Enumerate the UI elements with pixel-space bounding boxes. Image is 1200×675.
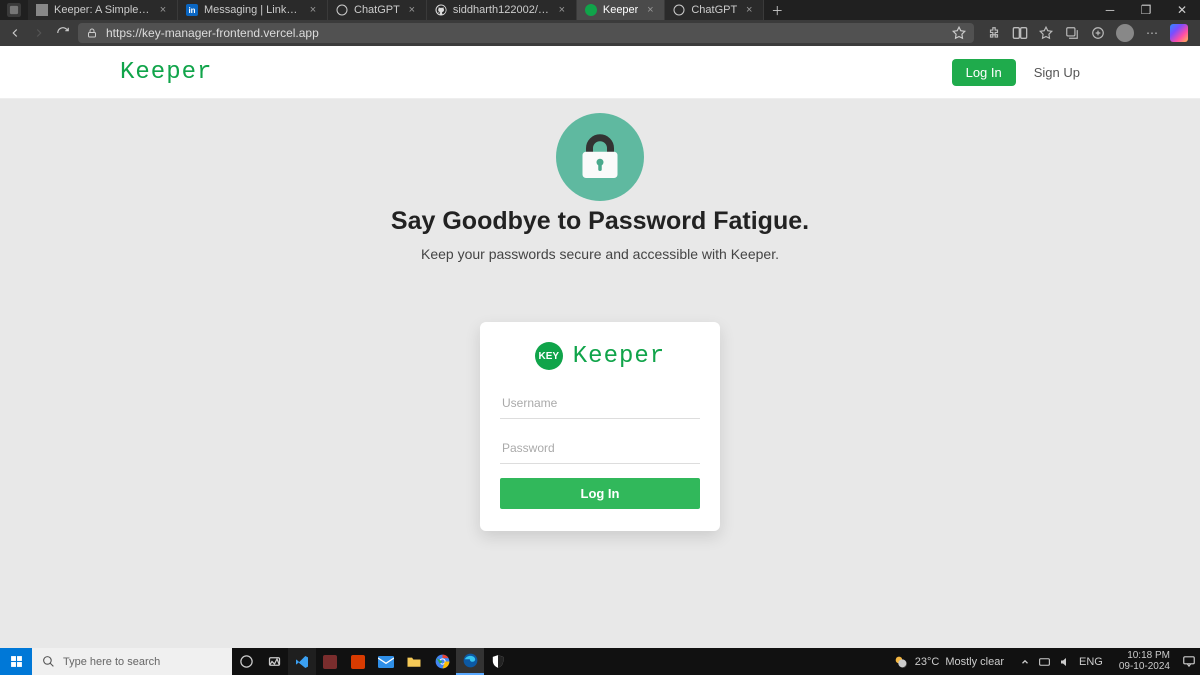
close-icon[interactable]: × <box>307 4 319 16</box>
address-bar[interactable]: https://key-manager-frontend.vercel.app <box>78 23 974 43</box>
browser-tab-4[interactable]: Keeper × <box>577 0 665 20</box>
header-login-button[interactable]: Log In <box>952 59 1016 86</box>
search-icon <box>42 655 55 668</box>
favicon-openai-icon <box>336 4 348 16</box>
taskbar-vscode-icon[interactable] <box>288 648 316 675</box>
edge-menu-icon[interactable] <box>0 0 28 20</box>
taskbar-edge-icon[interactable] <box>456 648 484 675</box>
site-info-icon[interactable] <box>86 27 98 39</box>
favicon-openai-icon <box>673 4 685 16</box>
window-maximize-button[interactable]: ❐ <box>1128 0 1164 20</box>
browser-essentials-icon[interactable] <box>1090 25 1106 41</box>
close-icon[interactable]: × <box>644 4 656 16</box>
taskbar-security-icon[interactable] <box>484 648 512 675</box>
more-icon[interactable]: ⋯ <box>1144 25 1160 41</box>
favicon-generic-icon <box>36 4 48 16</box>
tab-label: Keeper <box>603 4 638 16</box>
login-submit-button[interactable]: Log In <box>500 478 700 509</box>
tab-label: ChatGPT <box>354 4 400 16</box>
toolbar-actions: ⋯ <box>980 24 1194 42</box>
system-tray[interactable]: ENG <box>1012 648 1111 675</box>
action-center-icon[interactable] <box>1178 655 1200 668</box>
svg-text:in: in <box>188 6 195 15</box>
hero-lock-icon <box>556 113 644 201</box>
taskbar-clock[interactable]: 10:18 PM 09-10-2024 <box>1111 651 1178 672</box>
taskbar-mail-icon[interactable] <box>372 648 400 675</box>
login-card: KEY Keeper Log In <box>480 322 720 531</box>
tray-volume-icon[interactable] <box>1059 656 1071 668</box>
back-button[interactable] <box>6 24 24 42</box>
clock-date: 09-10-2024 <box>1119 662 1170 673</box>
header-signup-link[interactable]: Sign Up <box>1034 65 1080 80</box>
favicon-keeper-icon <box>585 4 597 16</box>
browser-tabstrip: Keeper: A Simple Password Mana × in Mess… <box>0 0 1200 20</box>
tray-language[interactable]: ENG <box>1079 656 1103 668</box>
tab-label: siddharth122002/KeyManager: Pa <box>453 4 550 16</box>
taskbar-chrome-icon[interactable] <box>428 648 456 675</box>
favorite-star-icon[interactable] <box>952 26 966 40</box>
weather-temp: 23°C <box>915 656 940 668</box>
taskbar-search-placeholder: Type here to search <box>63 656 160 668</box>
card-key-badge: KEY <box>535 342 563 370</box>
tray-chevron-icon[interactable] <box>1020 657 1030 667</box>
taskbar-widgets-icon[interactable] <box>260 648 288 675</box>
tab-label: Messaging | LinkedIn <box>204 4 301 16</box>
close-icon[interactable]: × <box>406 4 418 16</box>
favorites-icon[interactable] <box>1038 25 1054 41</box>
taskbar-explorer-icon[interactable] <box>400 648 428 675</box>
collections-icon[interactable] <box>1064 25 1080 41</box>
weather-desc: Mostly clear <box>945 656 1004 668</box>
close-icon[interactable]: × <box>743 4 755 16</box>
refresh-button[interactable] <box>54 24 72 42</box>
window-minimize-button[interactable]: ─ <box>1092 0 1128 20</box>
taskbar-app-icon[interactable] <box>316 648 344 675</box>
hero-subtitle: Keep your passwords secure and accessibl… <box>421 246 779 262</box>
weather-icon <box>893 654 909 670</box>
favicon-github-icon <box>435 4 447 16</box>
favicon-linkedin-icon: in <box>186 4 198 16</box>
hero-section: Say Goodbye to Password Fatigue. Keep yo… <box>0 99 1200 531</box>
profile-avatar-icon[interactable] <box>1116 24 1134 42</box>
split-screen-icon[interactable] <box>1012 25 1028 41</box>
address-text: https://key-manager-frontend.vercel.app <box>106 26 319 40</box>
password-input[interactable] <box>500 433 700 464</box>
forward-button <box>30 24 48 42</box>
username-input[interactable] <box>500 388 700 419</box>
task-view-icon[interactable] <box>232 648 260 675</box>
taskbar-office-icon[interactable] <box>344 648 372 675</box>
browser-tab-0[interactable]: Keeper: A Simple Password Mana × <box>28 0 178 20</box>
browser-toolbar: https://key-manager-frontend.vercel.app … <box>0 20 1200 46</box>
tray-network-icon[interactable] <box>1038 657 1051 667</box>
hero-title: Say Goodbye to Password Fatigue. <box>391 207 809 236</box>
start-button[interactable] <box>0 648 32 675</box>
extensions-icon[interactable] <box>986 25 1002 41</box>
clock-time: 10:18 PM <box>1127 651 1170 662</box>
browser-tab-3[interactable]: siddharth122002/KeyManager: Pa × <box>427 0 577 20</box>
browser-tab-1[interactable]: in Messaging | LinkedIn × <box>178 0 328 20</box>
app-brand-logo[interactable]: Keeper <box>120 59 212 86</box>
copilot-icon[interactable] <box>1170 24 1188 42</box>
page-viewport: Keeper Log In Sign Up Say Goodbye to Pas… <box>0 46 1200 648</box>
taskbar-weather[interactable]: 23°C Mostly clear <box>885 654 1012 670</box>
browser-tab-5[interactable]: ChatGPT × <box>665 0 764 20</box>
window-close-button[interactable]: ✕ <box>1164 0 1200 20</box>
new-tab-button[interactable]: ＋ <box>764 0 790 20</box>
close-icon[interactable]: × <box>157 4 169 16</box>
app-header: Keeper Log In Sign Up <box>0 46 1200 99</box>
tab-label: ChatGPT <box>691 4 737 16</box>
close-icon[interactable]: × <box>556 4 568 16</box>
windows-taskbar: Type here to search 23°C Mostly clear <box>0 648 1200 675</box>
card-brand-logo: Keeper <box>573 343 665 370</box>
taskbar-search[interactable]: Type here to search <box>32 648 232 675</box>
tab-label: Keeper: A Simple Password Mana <box>54 4 151 16</box>
browser-tab-2[interactable]: ChatGPT × <box>328 0 427 20</box>
